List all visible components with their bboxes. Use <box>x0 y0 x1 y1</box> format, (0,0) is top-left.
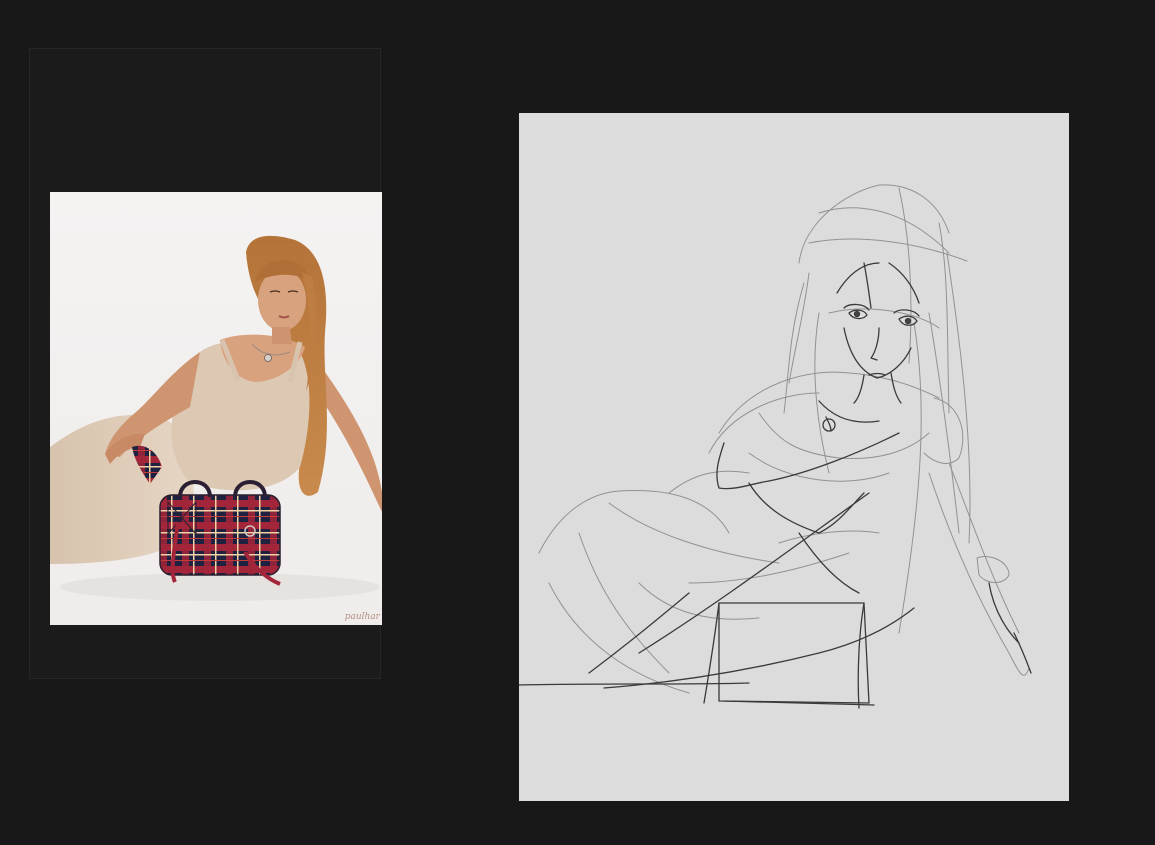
workspace: paulhar <box>0 0 1155 845</box>
sketch-strokes <box>519 184 1032 709</box>
reference-panel[interactable]: paulhar <box>29 48 382 679</box>
reference-photo[interactable]: paulhar <box>50 192 382 625</box>
reference-signature: paulhar <box>344 612 380 622</box>
reference-photo-illustration <box>50 192 382 625</box>
drawing-canvas[interactable] <box>519 113 1069 801</box>
